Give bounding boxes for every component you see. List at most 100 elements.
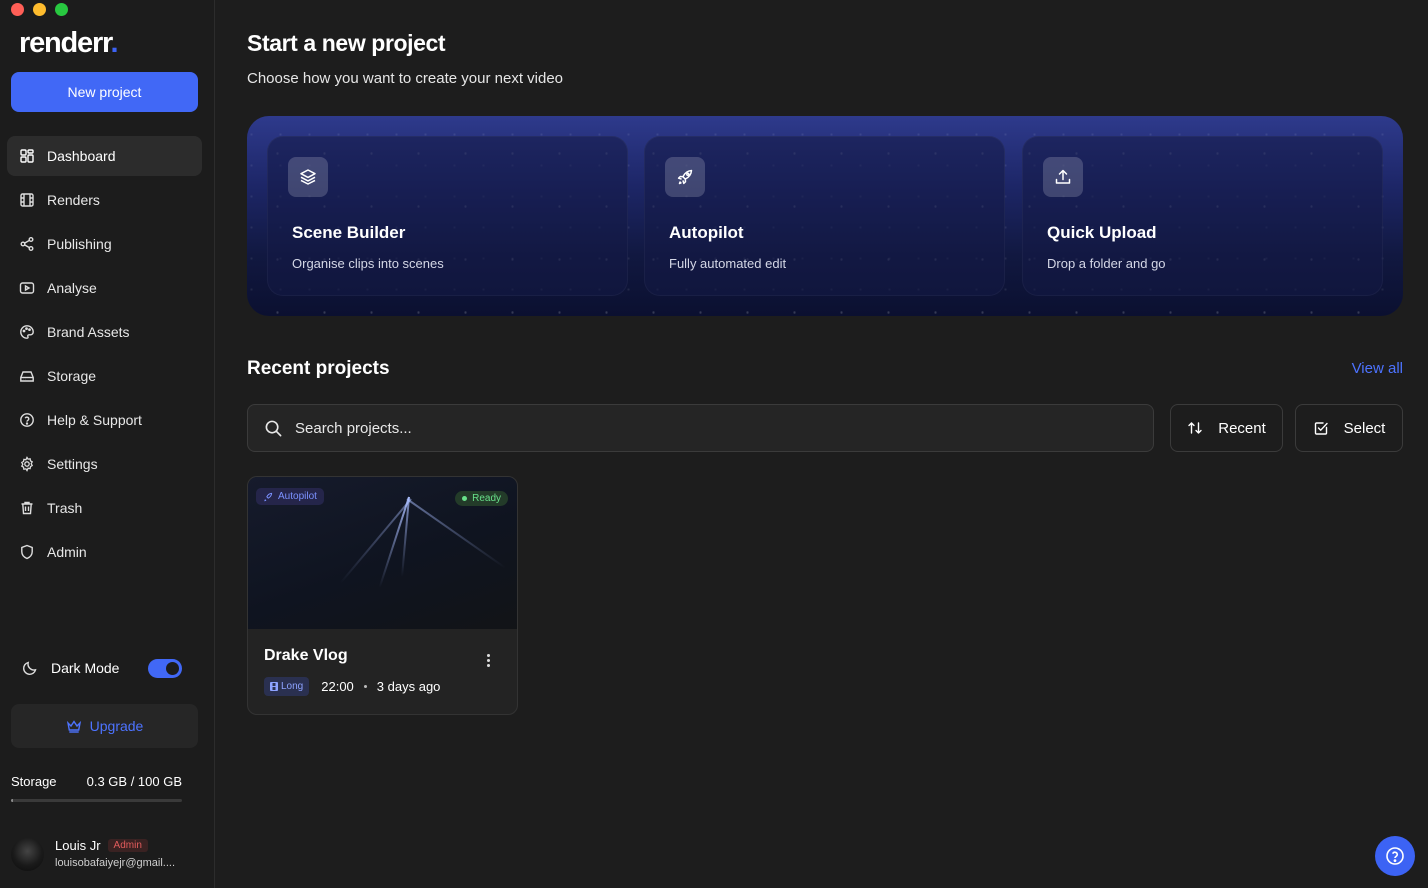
more-options-icon[interactable] [487, 654, 491, 669]
help-circle-icon [1386, 847, 1404, 865]
scene-builder-card[interactable]: Scene Builder Organise clips into scenes [267, 136, 628, 296]
select-label: Select [1343, 419, 1386, 437]
dark-mode-row: Dark Mode [22, 656, 182, 680]
app-logo[interactable]: renderr. [19, 27, 119, 60]
create-options-panel: Scene Builder Organise clips into scenes… [247, 116, 1403, 316]
thumbnail-light-beam [406, 498, 506, 569]
project-card[interactable]: Autopilot Ready Drake Vlog Long 22:00 3 … [247, 476, 518, 715]
project-name: Drake Vlog [264, 647, 348, 664]
select-button[interactable]: Select [1295, 404, 1403, 452]
close-window-button[interactable] [11, 3, 24, 16]
recent-projects-heading: Recent projects [247, 358, 390, 379]
film-icon [20, 193, 34, 207]
page-subtitle: Choose how you want to create your next … [247, 70, 564, 87]
grid-icon [20, 149, 34, 163]
crown-icon [66, 720, 81, 733]
project-meta: Long 22:00 3 days ago [264, 677, 440, 696]
option-description: Drop a folder and go [1047, 256, 1166, 271]
new-project-button[interactable]: New project [11, 72, 198, 112]
sort-arrows-icon [1188, 422, 1202, 434]
status-dot [462, 496, 468, 501]
sidebar-item-label: Publishing [47, 236, 112, 252]
user-name: Louis Jr [55, 838, 101, 853]
option-description: Organise clips into scenes [292, 256, 444, 271]
view-all-link[interactable]: View all [1352, 360, 1403, 377]
status-label: Ready [472, 493, 501, 504]
sidebar-item-label: Storage [47, 368, 97, 384]
storage-label: Storage [11, 774, 57, 789]
autopilot-icon-box [665, 157, 705, 197]
layers-icon [300, 169, 316, 185]
storage-value: 0.3 GB / 100 GB [86, 774, 182, 789]
format-chip: Long [264, 677, 310, 696]
option-title: Autopilot [669, 223, 744, 242]
upgrade-button[interactable]: Upgrade [11, 704, 198, 748]
quick-upload-card[interactable]: Quick Upload Drop a folder and go [1022, 136, 1383, 296]
sidebar-item-renders[interactable]: Renders [7, 180, 202, 220]
sidebar-item-label: Settings [47, 456, 98, 472]
trash-icon [21, 501, 33, 515]
play-square-icon [19, 282, 35, 294]
sidebar-item-publishing[interactable]: Publishing [7, 224, 202, 264]
meta-separator [363, 685, 367, 688]
sidebar-item-label: Trash [47, 500, 83, 516]
option-title: Scene Builder [292, 223, 406, 242]
search-bar[interactable] [247, 404, 1154, 452]
shield-icon [21, 544, 33, 560]
format-label: Long [281, 681, 304, 692]
mode-tag: Autopilot [256, 488, 324, 505]
sidebar-item-label: Analyse [47, 280, 97, 296]
rocket-icon [264, 492, 273, 501]
gear-icon [20, 456, 34, 472]
sidebar-item-brand-assets[interactable]: Brand Assets [7, 312, 202, 352]
share-icon [20, 237, 34, 251]
rocket-icon [677, 169, 693, 185]
zoom-window-button[interactable] [55, 3, 68, 16]
scene-builder-icon-box [288, 157, 328, 197]
page-title: Start a new project [247, 30, 446, 56]
dark-mode-label: Dark Mode [51, 660, 120, 676]
film-icon [270, 682, 278, 691]
search-icon [265, 420, 282, 436]
autopilot-card[interactable]: Autopilot Fully automated edit [644, 136, 1005, 296]
moon-icon [22, 661, 37, 676]
upload-icon [1055, 169, 1071, 184]
sidebar-item-admin[interactable]: Admin [7, 532, 202, 572]
sort-label: Recent [1218, 419, 1266, 437]
minimize-window-button[interactable] [33, 3, 46, 16]
project-thumbnail[interactable]: Autopilot Ready [248, 477, 517, 629]
storage-bar-fill [11, 799, 13, 802]
sidebar-item-help-support[interactable]: Help & Support [7, 400, 202, 440]
project-duration: 22:00 [321, 679, 354, 694]
status-badge: Ready [455, 491, 508, 506]
sidebar: renderr. New project Dashboard Renders P… [0, 0, 215, 888]
sidebar-item-label: Admin [47, 544, 87, 560]
search-input[interactable] [295, 419, 1095, 437]
sidebar-item-trash[interactable]: Trash [7, 488, 202, 528]
upgrade-label: Upgrade [89, 718, 144, 734]
hard-drive-icon [20, 371, 34, 382]
sort-button[interactable]: Recent [1170, 404, 1283, 452]
palette-icon [20, 325, 34, 339]
user-email: louisobafaiyejr@gmail.... [55, 857, 175, 869]
sidebar-item-storage[interactable]: Storage [7, 356, 202, 396]
sidebar-item-analyse[interactable]: Analyse [7, 268, 202, 308]
toggle-knob [166, 662, 179, 675]
help-button[interactable] [1375, 836, 1415, 876]
dark-mode-toggle[interactable] [148, 659, 182, 678]
sidebar-item-label: Brand Assets [47, 324, 130, 340]
sidebar-item-settings[interactable]: Settings [7, 444, 202, 484]
help-circle-icon [20, 413, 34, 427]
user-profile[interactable]: Louis Jr Admin louisobafaiyejr@gmail.... [11, 836, 206, 876]
sidebar-nav: Dashboard Renders Publishing Analyse Bra… [7, 136, 202, 576]
mode-tag-label: Autopilot [278, 491, 317, 502]
window-controls [11, 3, 68, 16]
sidebar-item-dashboard[interactable]: Dashboard [7, 136, 202, 176]
quick-upload-icon-box [1043, 157, 1083, 197]
project-updated: 3 days ago [376, 679, 441, 694]
sidebar-item-label: Dashboard [47, 148, 116, 164]
storage-meter: Storage 0.3 GB / 100 GB [11, 774, 182, 802]
sidebar-item-label: Renders [47, 192, 100, 208]
checkbox-icon [1314, 422, 1328, 435]
avatar[interactable] [11, 838, 44, 871]
